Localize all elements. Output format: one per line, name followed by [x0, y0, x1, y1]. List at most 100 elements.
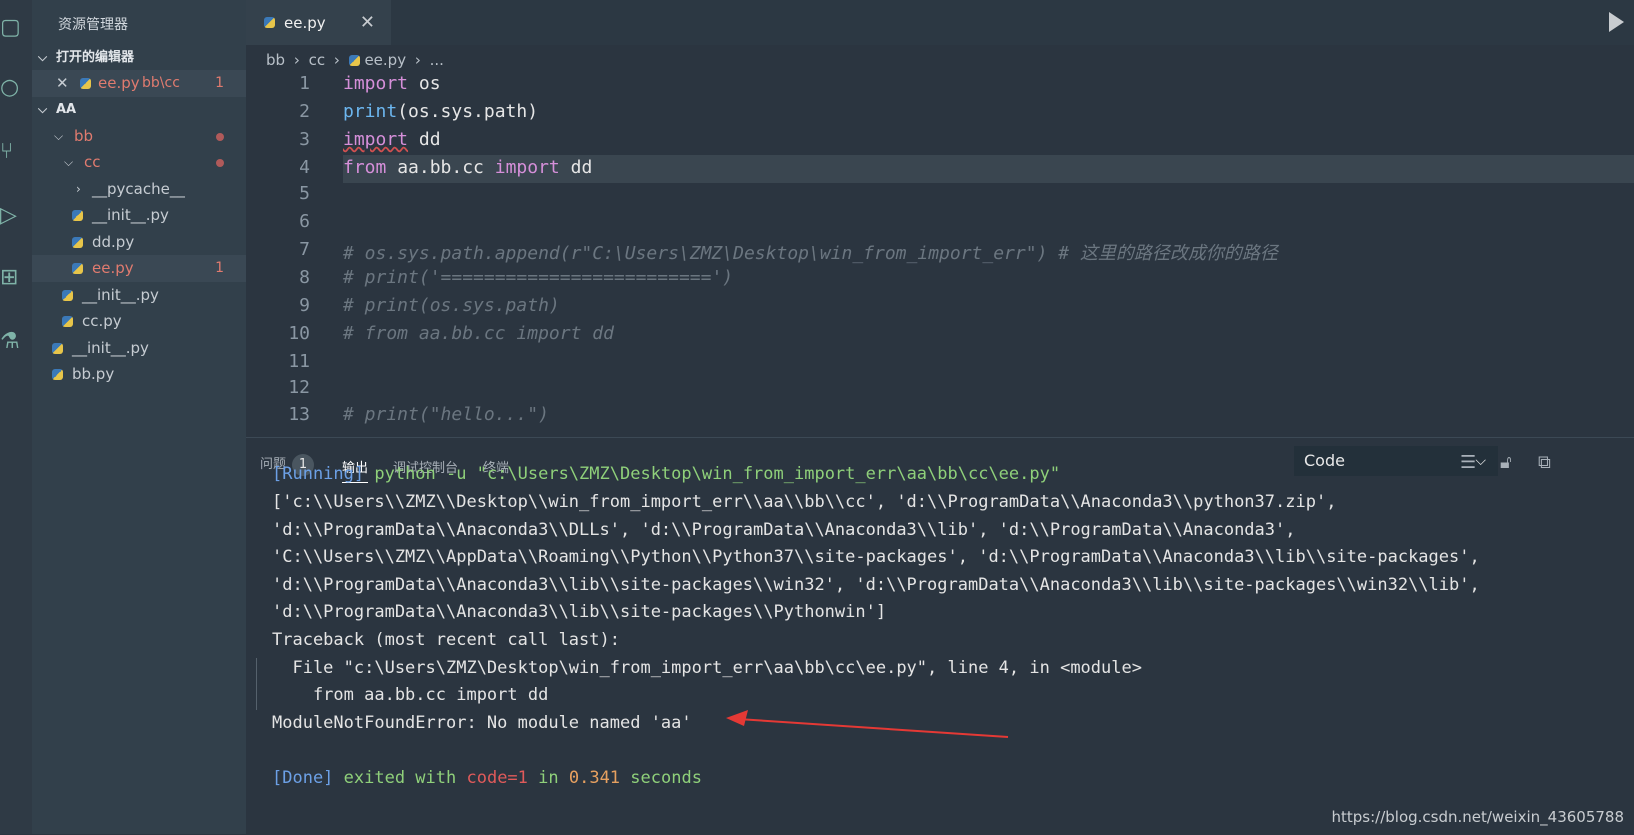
annotation-arrow-icon: [726, 710, 1009, 738]
tree-item-bb-file[interactable]: bb.py: [32, 361, 246, 388]
line-number: 3: [299, 129, 310, 150]
tree-item-cc-folder[interactable]: ⌵ cc: [32, 149, 246, 176]
line-number: 4: [299, 157, 310, 178]
copy-icon[interactable]: ⧉: [1538, 452, 1551, 473]
open-editors-label: 打开的编辑器: [56, 50, 135, 65]
output-line: Traceback (most recent call last):: [272, 630, 620, 650]
modified-dot-icon: [216, 133, 224, 141]
code-line: # os.sys.path.append(r"C:\Users\ZMZ\Desk…: [343, 243, 1278, 264]
explorer-title: 资源管理器: [58, 17, 128, 33]
output-running-line: [Running] python -u "c:\Users\ZMZ\Deskto…: [272, 464, 1060, 484]
root-folder-header[interactable]: ⌵ AA: [32, 96, 246, 123]
python-file-icon: [52, 343, 63, 354]
files-icon[interactable]: ▢: [0, 16, 24, 40]
python-file-icon: [72, 237, 83, 248]
extensions-icon[interactable]: ⊞: [0, 266, 24, 290]
breadcrumb-item[interactable]: bb: [266, 51, 285, 69]
traceback-guide: [256, 658, 257, 710]
lock-icon[interactable]: 🔓︎: [1500, 452, 1512, 473]
output-line: from aa.bb.cc import dd: [272, 685, 549, 705]
select-value: Code: [1304, 451, 1345, 470]
chevron-down-icon: ⌵: [38, 50, 48, 64]
modified-dot-icon: [216, 159, 224, 167]
tree-item-ee-file[interactable]: ee.py 1: [32, 255, 246, 282]
code-line: # print(os.sys.path): [343, 295, 560, 316]
code-line: print(os.sys.path): [343, 101, 539, 122]
code-line: # print("hello..."): [343, 404, 549, 425]
python-file-icon: [62, 316, 73, 327]
line-number: 1: [299, 73, 310, 94]
close-icon[interactable]: ✕: [360, 0, 375, 46]
python-file-icon: [62, 290, 73, 301]
code-line: # from aa.bb.cc import dd: [343, 323, 614, 344]
tree-item-label: bb: [74, 127, 94, 145]
output-done-line: [Done] exited with code=1 in 0.341 secon…: [272, 768, 702, 788]
breadcrumb-item[interactable]: cc: [309, 51, 326, 69]
breadcrumb-item[interactable]: ee.py: [364, 51, 406, 69]
tree-item-dd-file[interactable]: dd.py: [32, 229, 246, 256]
chevron-right-icon: ›: [76, 182, 81, 196]
python-file-icon: [72, 210, 83, 221]
done-text: seconds: [620, 768, 702, 788]
tree-item-label: __init__.py: [92, 206, 169, 224]
search-icon[interactable]: ○: [0, 76, 24, 100]
tab-ee-py[interactable]: ee.py ✕: [246, 0, 391, 45]
line-number: 12: [288, 377, 310, 398]
line-number: 5: [299, 183, 310, 204]
tree-item-cc-file[interactable]: cc.py: [32, 308, 246, 335]
exit-code: code=1: [466, 768, 528, 788]
python-file-icon: [264, 17, 275, 28]
code-line: from aa.bb.cc import dd: [343, 157, 593, 178]
output-line: 'C:\\Users\\ZMZ\\AppData\\Roaming\\Pytho…: [272, 547, 1480, 567]
root-folder-label: AA: [56, 102, 77, 117]
tree-item-label: __pycache__: [92, 180, 185, 198]
python-file-icon: [80, 78, 91, 89]
code-line: import dd: [343, 129, 441, 150]
tree-item-init-file[interactable]: __init__.py: [32, 282, 246, 309]
run-icon[interactable]: [1609, 12, 1624, 32]
problem-count-badge: 1: [215, 75, 224, 91]
done-text: in: [527, 768, 569, 788]
editor-tab-bar: ee.py ✕: [246, 0, 1634, 45]
tree-item-init-file[interactable]: __init__.py: [32, 202, 246, 229]
line-number: 13: [288, 404, 310, 425]
tree-item-label: cc.py: [82, 312, 122, 330]
tree-item-label: __init__.py: [72, 339, 149, 357]
tree-item-pycache-folder[interactable]: › __pycache__: [32, 176, 246, 203]
source-control-icon[interactable]: ⑂: [0, 140, 24, 164]
running-command: python -u "c:\Users\ZMZ\Desktop\win_from…: [364, 464, 1061, 484]
tree-item-bb-folder[interactable]: ⌵ bb: [32, 123, 246, 150]
chevron-right-icon: ›: [333, 51, 340, 69]
chevron-down-icon: ⌵: [64, 155, 74, 169]
close-icon[interactable]: ✕: [56, 70, 69, 97]
python-file-icon: [348, 55, 360, 66]
explorer-sidebar: 资源管理器 ⌵ 打开的编辑器 ✕ ee.py bb\cc 1 ⌵ AA ⌵ bb…: [32, 0, 246, 834]
activity-bar: ▢ ○ ⑂ ▷ ⊞ ⚗: [0, 0, 32, 834]
line-number: 11: [288, 351, 310, 372]
output-line: ['c:\\Users\\ZMZ\\Desktop\\win_from_impo…: [272, 492, 1337, 512]
open-editor-item[interactable]: ✕ ee.py bb\cc 1: [32, 70, 246, 97]
output-line: 'd:\\ProgramData\\Anaconda3\\lib\\site-p…: [272, 602, 887, 622]
line-number: 6: [299, 211, 310, 232]
line-number: 8: [299, 267, 310, 288]
watermark: https://blog.csdn.net/weixin_43605788: [1331, 808, 1624, 826]
code-editor[interactable]: 1 2 3 4 5 6 7 8 9 10 11 12 13 import os print(os.sys…: [246, 73, 1634, 437]
breadcrumb: bb › cc › ee.py › ...: [266, 47, 444, 73]
problem-count-badge: 1: [215, 260, 224, 276]
open-editors-header[interactable]: ⌵ 打开的编辑器: [32, 44, 246, 71]
output-panel: 问题 1 输出 调试控制台 终端 Code ⌵ ☰ 🔓︎ ⧉ [Running] …: [246, 437, 1634, 835]
tree-item-init-file[interactable]: __init__.py: [32, 335, 246, 362]
chevron-right-icon: ›: [414, 51, 421, 69]
line-number: 10: [288, 323, 310, 344]
open-file-name: ee.py: [98, 74, 140, 92]
code-line: import os: [343, 73, 441, 94]
line-number: 7: [299, 239, 310, 260]
done-tag: [Done]: [272, 768, 334, 788]
run-debug-icon[interactable]: ▷: [0, 204, 24, 228]
open-file-path: bb\cc: [142, 75, 180, 91]
breadcrumb-item[interactable]: ...: [430, 51, 444, 69]
tree-item-label: cc: [84, 153, 101, 171]
test-flask-icon[interactable]: ⚗: [0, 330, 24, 354]
clear-output-icon[interactable]: ☰: [1460, 452, 1476, 473]
running-tag: [Running]: [272, 464, 365, 484]
